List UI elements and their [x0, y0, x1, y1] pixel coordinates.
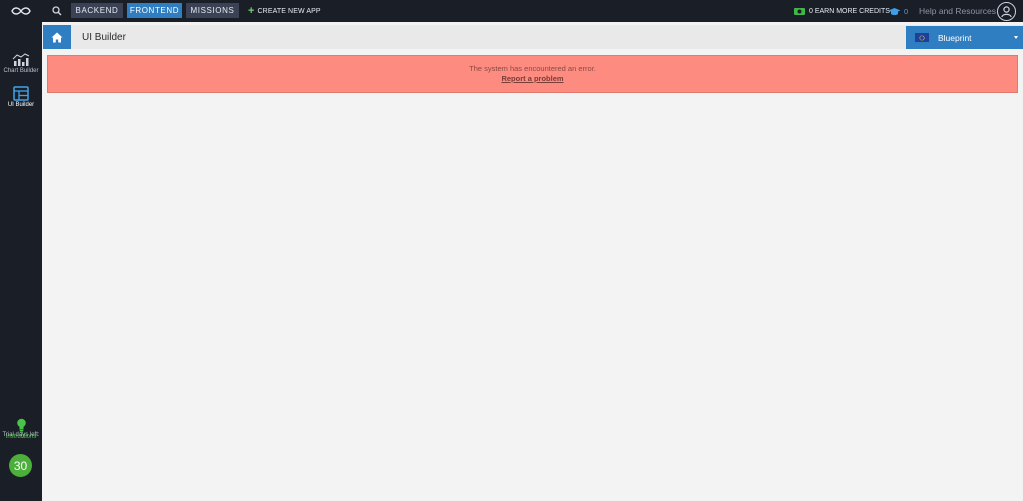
trial-days-badge: 30: [9, 454, 32, 477]
blueprint-label: Blueprint: [938, 32, 972, 43]
blueprint-dropdown[interactable]: Blueprint: [906, 26, 1023, 49]
tab-frontend[interactable]: FRONTEND: [127, 3, 182, 18]
tab-missions[interactable]: MISSIONS: [186, 3, 239, 18]
tab-backend[interactable]: BACKEND: [71, 3, 123, 18]
help-link[interactable]: Help and Resources: [919, 4, 996, 18]
top-bar: BACKEND FRONTEND MISSIONS + CREATE NEW A…: [0, 0, 1023, 22]
trial-label: Trial days left:: [2, 432, 40, 438]
report-problem-link[interactable]: Report a problem: [501, 74, 563, 84]
page-title: UI Builder: [82, 31, 126, 43]
home-icon: [51, 32, 63, 42]
credits-icon: [794, 7, 805, 15]
infinity-logo-icon[interactable]: [0, 0, 42, 22]
sidebar-item-label: Chart Builder: [3, 68, 39, 74]
missions-count: 0: [904, 6, 909, 16]
error-alert: The system has encountered an error. Rep…: [47, 55, 1018, 93]
create-new-app-button[interactable]: + CREATE NEW APP: [248, 4, 321, 18]
user-icon[interactable]: [997, 2, 1016, 21]
search-icon[interactable]: [50, 4, 64, 18]
earn-credits-button[interactable]: 0 EARN MORE CREDITS: [793, 4, 890, 18]
sidebar: Chart Builder UI Builder Instructions: [0, 22, 42, 501]
chevron-down-icon: [1014, 36, 1018, 39]
eu-flag-icon: [915, 33, 929, 42]
missions-counter[interactable]: 0: [888, 4, 908, 18]
plus-icon: +: [248, 4, 255, 17]
home-button[interactable]: [43, 25, 71, 49]
sidebar-item-label: UI Builder: [7, 102, 35, 108]
error-message: The system has encountered an error.: [469, 64, 596, 73]
sidebar-item-ui-builder[interactable]: UI Builder: [0, 86, 42, 108]
create-new-app-label: CREATE NEW APP: [257, 7, 321, 15]
page-header: [43, 25, 1023, 49]
sidebar-item-chart-builder[interactable]: Chart Builder: [0, 53, 42, 74]
ui-builder-icon: [13, 86, 29, 101]
chart-icon: [12, 53, 30, 66]
credits-label: 0 EARN MORE CREDITS: [809, 7, 890, 15]
graduation-cap-icon: [888, 7, 901, 15]
